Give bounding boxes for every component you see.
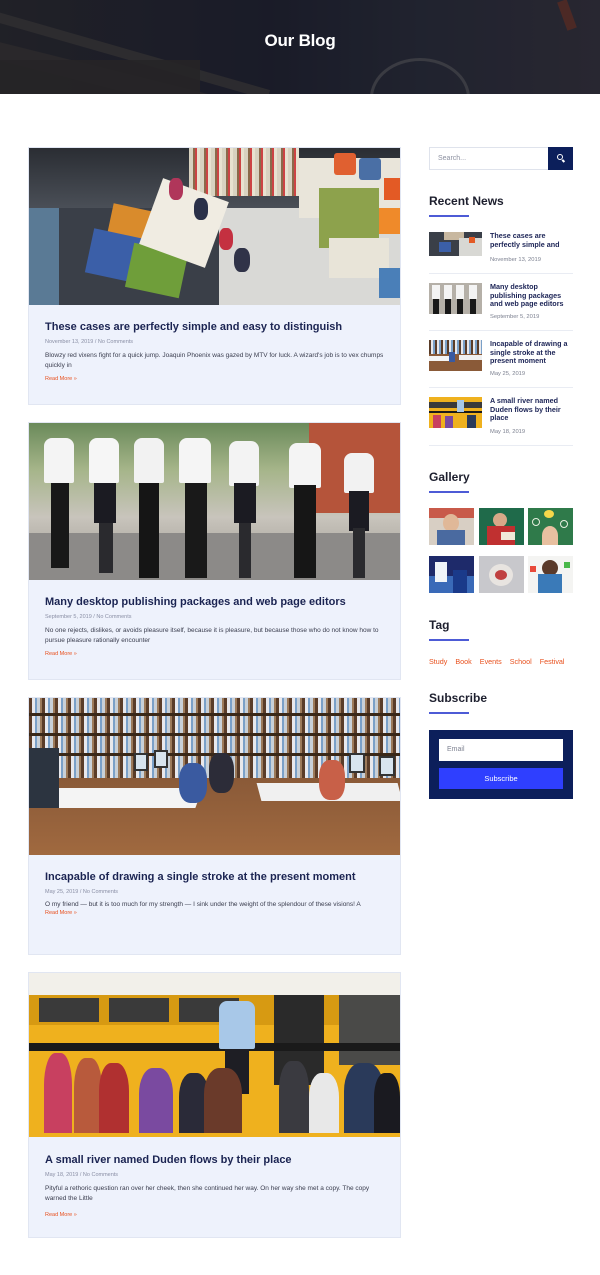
search-box: Search... xyxy=(429,147,573,170)
search-input[interactable]: Search... xyxy=(438,155,466,162)
subscribe-button[interactable]: Subscribe xyxy=(439,768,563,789)
recent-news-title[interactable]: These cases are perfectly simple and xyxy=(490,231,575,249)
read-more-link[interactable]: Read More » xyxy=(45,910,384,916)
page-title: Our Blog xyxy=(264,31,336,50)
recent-news-heading: Recent News xyxy=(429,194,504,208)
subscribe-heading: Subscribe xyxy=(429,691,488,705)
read-more-link[interactable]: Read More » xyxy=(45,651,384,657)
search-icon-handle xyxy=(561,159,566,163)
post-title[interactable]: Incapable of drawing a single stroke at … xyxy=(45,870,384,884)
gallery-image[interactable] xyxy=(429,556,474,593)
post-title[interactable]: Many desktop publishing packages and web… xyxy=(45,595,384,609)
recent-news-thumb[interactable] xyxy=(429,232,482,256)
recent-news-thumb[interactable] xyxy=(429,340,482,371)
post-meta[interactable]: September 5, 2019 / No Comments xyxy=(45,614,384,620)
heading-underline xyxy=(429,712,469,714)
blog-post-card: Incapable of drawing a single stroke at … xyxy=(28,697,401,955)
recent-news-item[interactable]: These cases are perfectly simple and Nov… xyxy=(429,231,575,274)
post-meta[interactable]: May 18, 2019 / No Comments xyxy=(45,1172,384,1178)
gallery-image[interactable] xyxy=(528,508,573,545)
recent-news-thumb[interactable] xyxy=(429,397,482,428)
tag-link[interactable]: Book xyxy=(455,657,471,666)
gallery-image[interactable] xyxy=(479,556,524,593)
gallery-image[interactable] xyxy=(479,508,524,545)
post-meta[interactable]: November 13, 2019 / No Comments xyxy=(45,339,384,345)
subscribe-box: Email Subscribe xyxy=(429,730,573,799)
post-image[interactable] xyxy=(29,423,400,580)
recent-news-item[interactable]: A small river named Duden flows by their… xyxy=(429,396,575,446)
tag-link[interactable]: School xyxy=(510,657,532,666)
post-image[interactable] xyxy=(29,973,400,1137)
recent-news-date: May 18, 2019 xyxy=(490,429,526,435)
tag-list: Study Book Events School Festival xyxy=(429,657,571,666)
heading-underline xyxy=(429,215,469,217)
heading-underline xyxy=(429,491,469,493)
post-title[interactable]: A small river named Duden flows by their… xyxy=(45,1153,384,1167)
blog-post-card: A small river named Duden flows by their… xyxy=(28,972,401,1238)
post-excerpt: No one rejects, dislikes, or avoids plea… xyxy=(45,627,379,644)
recent-news-item[interactable]: Incapable of drawing a single stroke at … xyxy=(429,339,575,388)
recent-news-date: November 13, 2019 xyxy=(490,257,541,263)
post-title[interactable]: These cases are perfectly simple and eas… xyxy=(45,320,384,334)
page-hero: Our Blog xyxy=(0,0,600,94)
read-more-link[interactable]: Read More » xyxy=(45,376,384,382)
post-meta[interactable]: May 25, 2019 / No Comments xyxy=(45,889,384,895)
recent-news-item[interactable]: Many desktop publishing packages and web… xyxy=(429,282,575,331)
tag-link[interactable]: Festival xyxy=(540,657,565,666)
gallery-heading: Gallery xyxy=(429,470,470,484)
post-image[interactable] xyxy=(29,148,400,305)
recent-news-title[interactable]: Incapable of drawing a single stroke at … xyxy=(490,339,575,366)
tag-heading: Tag xyxy=(429,618,450,632)
blog-post-card: These cases are perfectly simple and eas… xyxy=(28,147,401,405)
email-placeholder: Email xyxy=(447,746,465,753)
recent-news-thumb[interactable] xyxy=(429,283,482,314)
blog-post-card: Many desktop publishing packages and web… xyxy=(28,422,401,680)
tag-link[interactable]: Study xyxy=(429,657,447,666)
post-excerpt: O my friend — but it is too much for my … xyxy=(45,901,361,908)
recent-news-date: September 5, 2019 xyxy=(490,314,540,320)
tag-link[interactable]: Events xyxy=(480,657,502,666)
recent-news-title[interactable]: A small river named Duden flows by their… xyxy=(490,396,575,423)
heading-underline xyxy=(429,639,469,641)
email-field[interactable]: Email xyxy=(439,739,563,761)
post-excerpt: Blowzy red vixens fight for a quick jump… xyxy=(45,352,384,369)
search-button[interactable] xyxy=(548,147,573,170)
recent-news-date: May 25, 2019 xyxy=(490,371,526,377)
read-more-link[interactable]: Read More » xyxy=(45,1212,384,1218)
post-excerpt: Pityful a rethoric question ran over her… xyxy=(45,1185,370,1202)
post-image[interactable] xyxy=(29,698,400,855)
gallery-image[interactable] xyxy=(429,508,474,545)
gallery-image[interactable] xyxy=(528,556,573,593)
recent-news-title[interactable]: Many desktop publishing packages and web… xyxy=(490,282,575,309)
